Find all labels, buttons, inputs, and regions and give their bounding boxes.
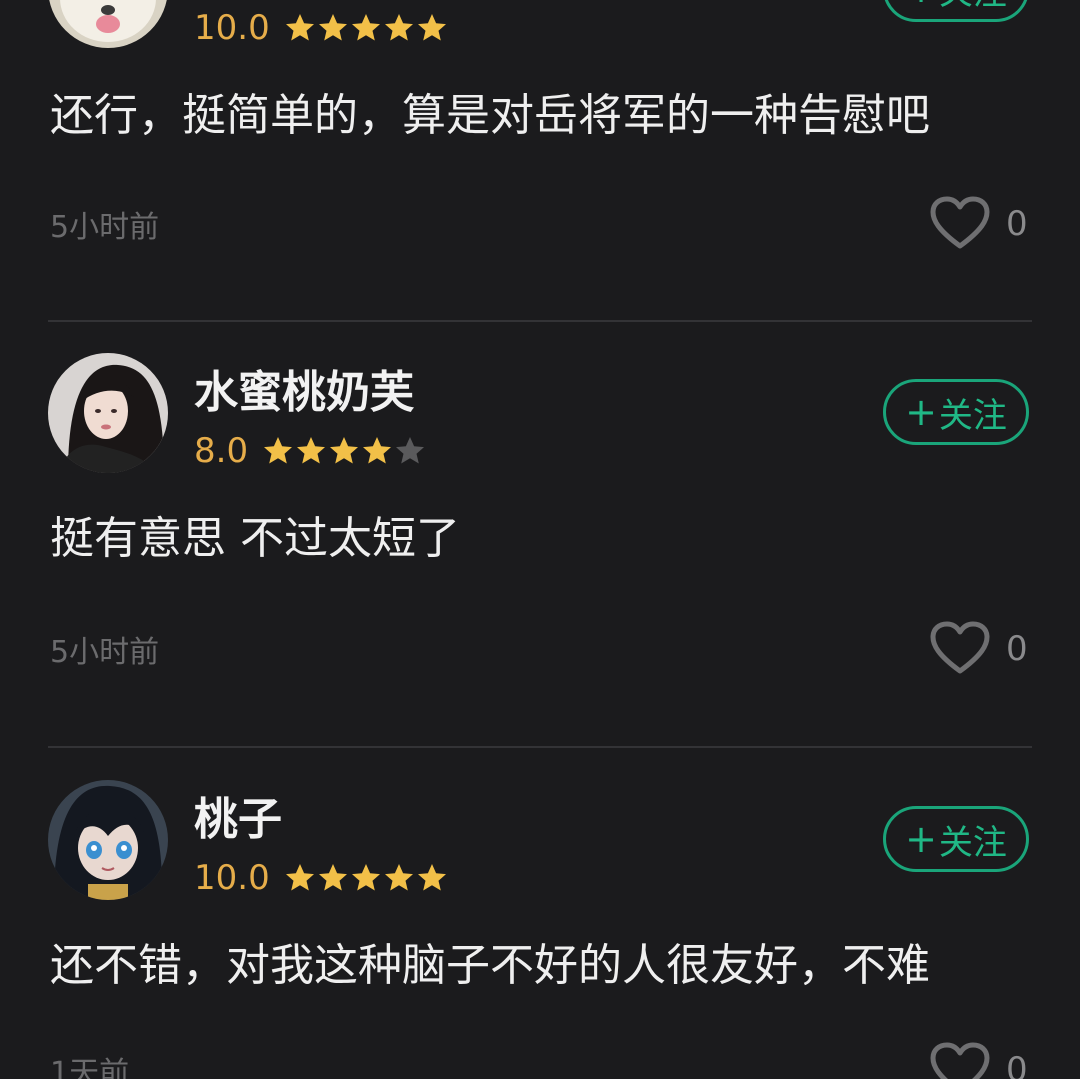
star-icon bbox=[396, 437, 425, 464]
star-icon bbox=[384, 864, 413, 891]
heart-outline-icon bbox=[930, 196, 990, 249]
comment-time: 1天前 bbox=[50, 1056, 130, 1079]
avatar[interactable] bbox=[48, 0, 168, 48]
heart-outline-icon bbox=[930, 621, 990, 674]
like-count: 0 bbox=[1006, 204, 1028, 244]
star-icon bbox=[417, 14, 446, 41]
like-count: 0 bbox=[1006, 1050, 1028, 1079]
rating-row: 8.0 bbox=[194, 431, 427, 471]
star-icon bbox=[318, 864, 347, 891]
star-rating bbox=[284, 862, 449, 894]
like-button[interactable]: 0 bbox=[930, 194, 1040, 254]
comments-page: 10.0 + 关注 还行，挺简单的，算是对岳将军的一种告慰吧 5小时前 0 bbox=[0, 0, 1080, 1079]
star-icon bbox=[351, 864, 380, 891]
like-count: 0 bbox=[1006, 629, 1028, 669]
star-icon bbox=[417, 864, 446, 891]
comment-time: 5小时前 bbox=[50, 210, 160, 245]
comment-time: 5小时前 bbox=[50, 635, 160, 670]
comment-text: 挺有意思 不过太短了 bbox=[50, 513, 460, 564]
star-rating bbox=[284, 12, 449, 44]
like-button[interactable]: 0 bbox=[930, 619, 1040, 679]
follow-label: 关注 bbox=[938, 395, 1007, 436]
rating-row: 10.0 bbox=[194, 8, 449, 48]
follow-button[interactable]: + 关注 bbox=[883, 0, 1029, 22]
star-icon bbox=[318, 14, 347, 41]
divider bbox=[48, 320, 1032, 322]
score-value: 10.0 bbox=[194, 8, 270, 48]
star-icon bbox=[264, 437, 293, 464]
score-value: 10.0 bbox=[194, 858, 270, 898]
divider bbox=[48, 746, 1032, 748]
comment-text: 还行，挺简单的，算是对岳将军的一种告慰吧 bbox=[50, 90, 930, 141]
avatar[interactable] bbox=[48, 780, 168, 900]
heart-outline-icon bbox=[930, 1042, 990, 1079]
star-icon bbox=[330, 437, 359, 464]
star-icon bbox=[363, 437, 392, 464]
follow-button[interactable]: + 关注 bbox=[883, 379, 1029, 445]
star-icon bbox=[285, 864, 314, 891]
follow-label: 关注 bbox=[939, 0, 1007, 14]
plus-icon: + bbox=[905, 390, 937, 434]
star-icon bbox=[384, 14, 413, 41]
follow-button[interactable]: + 关注 bbox=[883, 806, 1029, 872]
username[interactable]: 水蜜桃奶芙 bbox=[194, 367, 414, 419]
star-icon bbox=[297, 437, 326, 464]
username[interactable]: 桃子 bbox=[194, 794, 282, 846]
star-icon bbox=[351, 14, 380, 41]
star-icon bbox=[285, 14, 314, 41]
comment-text: 还不错，对我这种脑子不好的人很友好，不难 bbox=[50, 940, 930, 991]
avatar[interactable] bbox=[48, 353, 168, 473]
rating-row: 10.0 bbox=[194, 858, 449, 898]
plus-icon: + bbox=[905, 817, 937, 861]
score-value: 8.0 bbox=[194, 431, 249, 471]
plus-icon: + bbox=[905, 0, 937, 8]
follow-label: 关注 bbox=[938, 822, 1007, 863]
like-button[interactable]: 0 bbox=[930, 1040, 1040, 1079]
star-rating bbox=[262, 435, 427, 467]
